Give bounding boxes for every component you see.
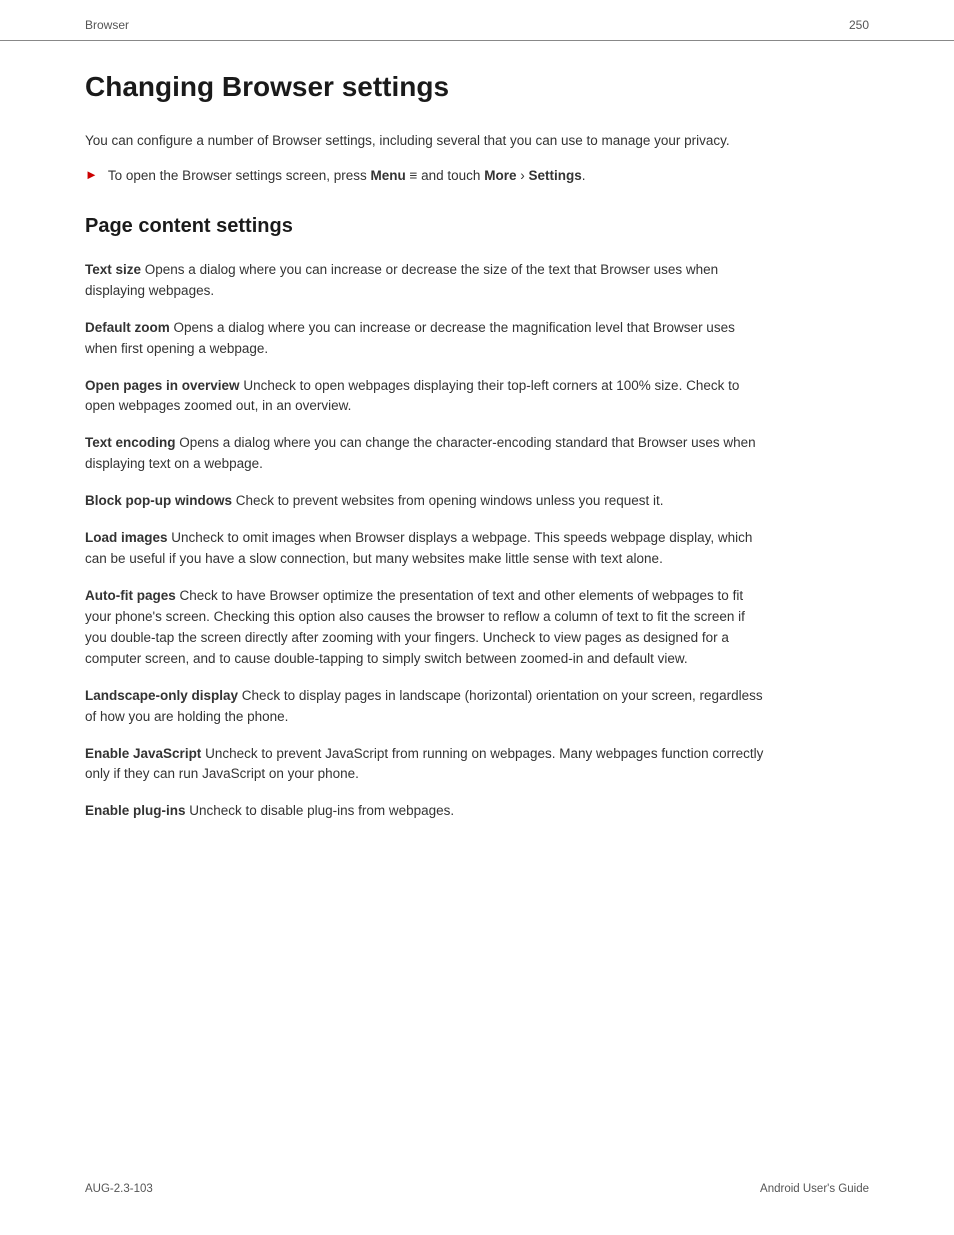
term-text-size: Text size — [85, 262, 141, 277]
page: Browser 250 Changing Browser settings Yo… — [0, 0, 954, 1235]
settings-block-popup: Block pop-up windows Check to prevent we… — [85, 491, 765, 512]
settings-load-images-paragraph: Load images Uncheck to omit images when … — [85, 528, 765, 570]
settings-landscape-paragraph: Landscape-only display Check to display … — [85, 686, 765, 728]
settings-load-images: Load images Uncheck to omit images when … — [85, 528, 765, 570]
bullet-arrow-icon: ► — [85, 167, 98, 182]
settings-text-encoding: Text encoding Opens a dialog where you c… — [85, 433, 765, 475]
settings-plugins-paragraph: Enable plug-ins Uncheck to disable plug-… — [85, 801, 765, 822]
term-plugins: Enable plug-ins — [85, 803, 186, 818]
page-title: Changing Browser settings — [85, 71, 869, 103]
settings-javascript: Enable JavaScript Uncheck to prevent Jav… — [85, 744, 765, 786]
main-content: Changing Browser settings You can config… — [0, 41, 954, 878]
settings-default-zoom-paragraph: Default zoom Opens a dialog where you ca… — [85, 318, 765, 360]
settings-landscape: Landscape-only display Check to display … — [85, 686, 765, 728]
more-bold: More — [484, 168, 516, 183]
section-heading: Page content settings — [85, 215, 869, 238]
header-section-label: Browser — [85, 18, 129, 32]
footer-doc-id: AUG-2.3-103 — [85, 1183, 153, 1195]
header-bar: Browser 250 — [0, 0, 954, 41]
header-page-number: 250 — [849, 18, 869, 32]
settings-auto-fit-paragraph: Auto-fit pages Check to have Browser opt… — [85, 586, 765, 670]
term-javascript: Enable JavaScript — [85, 746, 201, 761]
bullet-instruction-text: To open the Browser settings screen, pre… — [108, 166, 586, 187]
menu-bold: Menu — [371, 168, 406, 183]
settings-open-pages-paragraph: Open pages in overview Uncheck to open w… — [85, 376, 765, 418]
settings-text-size: Text size Opens a dialog where you can i… — [85, 260, 765, 302]
bullet-instruction: ► To open the Browser settings screen, p… — [85, 166, 765, 187]
footer-guide-title: Android User's Guide — [760, 1183, 869, 1195]
intro-text: You can configure a number of Browser se… — [85, 133, 730, 148]
settings-text-encoding-paragraph: Text encoding Opens a dialog where you c… — [85, 433, 765, 475]
settings-open-pages: Open pages in overview Uncheck to open w… — [85, 376, 765, 418]
term-load-images: Load images — [85, 530, 168, 545]
term-text-encoding: Text encoding — [85, 435, 176, 450]
settings-javascript-paragraph: Enable JavaScript Uncheck to prevent Jav… — [85, 744, 765, 786]
settings-auto-fit: Auto-fit pages Check to have Browser opt… — [85, 586, 765, 670]
term-default-zoom: Default zoom — [85, 320, 170, 335]
term-open-pages: Open pages in overview — [85, 378, 240, 393]
settings-text-size-paragraph: Text size Opens a dialog where you can i… — [85, 260, 765, 302]
intro-paragraph: You can configure a number of Browser se… — [85, 131, 765, 152]
settings-bold: Settings — [528, 168, 581, 183]
settings-default-zoom: Default zoom Opens a dialog where you ca… — [85, 318, 765, 360]
term-block-popup: Block pop-up windows — [85, 493, 232, 508]
footer-bar: AUG-2.3-103 Android User's Guide — [0, 1173, 954, 1205]
term-landscape: Landscape-only display — [85, 688, 238, 703]
term-auto-fit: Auto-fit pages — [85, 588, 176, 603]
settings-plugins: Enable plug-ins Uncheck to disable plug-… — [85, 801, 765, 822]
settings-block-popup-paragraph: Block pop-up windows Check to prevent we… — [85, 491, 765, 512]
